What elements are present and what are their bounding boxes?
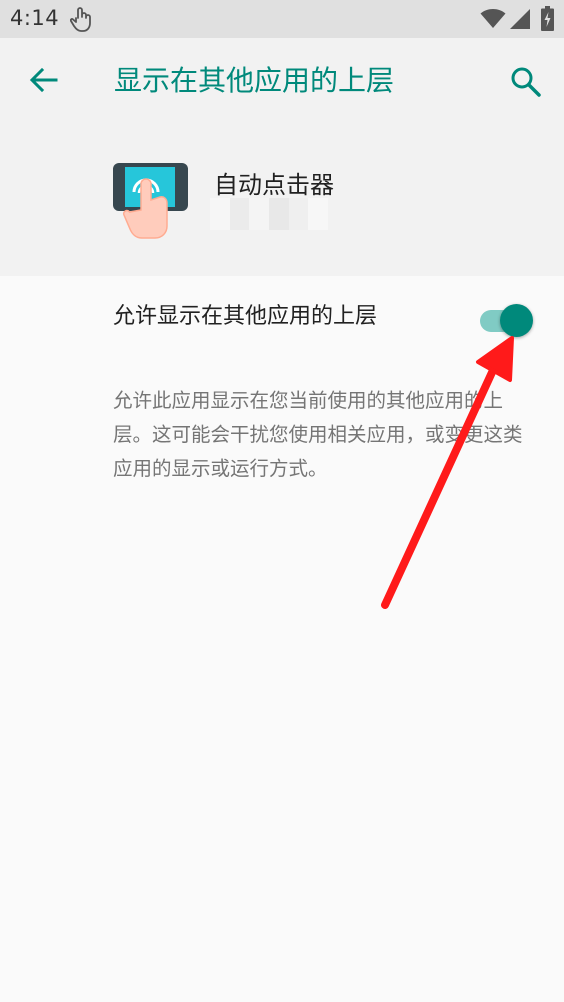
overlay-permission-label: 允许显示在其他应用的上层 <box>113 304 378 329</box>
switch-thumb <box>500 304 533 337</box>
signal-icon <box>510 9 530 29</box>
back-arrow-icon[interactable] <box>26 62 62 98</box>
status-bar: 4:14 <box>0 0 564 38</box>
auto-clicker-app-icon <box>113 163 188 239</box>
search-icon[interactable] <box>508 64 544 100</box>
overlay-permission-switch[interactable] <box>478 302 536 338</box>
wifi-icon <box>480 9 506 28</box>
battery-charging-icon <box>541 6 554 31</box>
status-time: 4:14 <box>10 6 60 30</box>
app-name: 自动点击器 <box>214 171 334 199</box>
page-title: 显示在其他应用的上层 <box>114 64 395 97</box>
app-version-blurred <box>210 198 329 230</box>
touch-icon <box>70 7 91 32</box>
permission-description: 允许此应用显示在您当前使用的其他应用的上层。这可能会干扰您使用相关应用，或变更这… <box>113 389 523 480</box>
overlay-permission-row[interactable]: 允许显示在其他应用的上层 <box>0 276 564 362</box>
